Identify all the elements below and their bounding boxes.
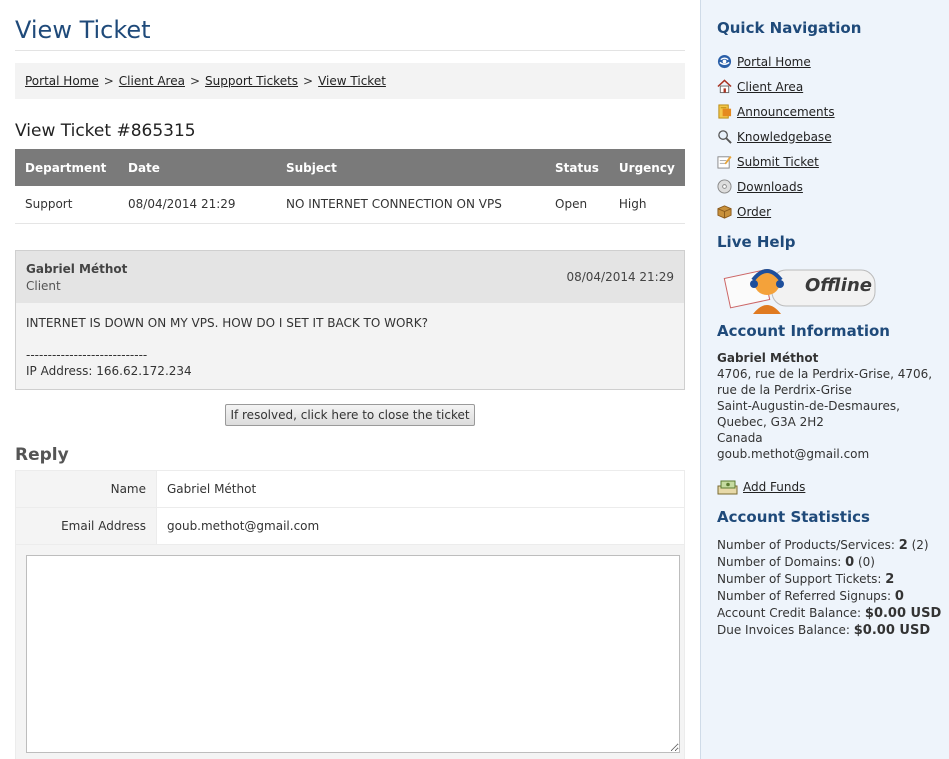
nav-link-order[interactable]: Order (737, 205, 771, 219)
reply-message-textarea[interactable] (26, 554, 680, 753)
email-value: goub.methot@gmail.com (156, 506, 685, 545)
ticket-urgency: High (608, 186, 685, 224)
nav-link-knowledgebase[interactable]: Knowledgebase (737, 130, 832, 144)
breadcrumb-portal-home[interactable]: Portal Home (25, 74, 99, 88)
page-title: View Ticket (15, 16, 685, 51)
main-content: View Ticket Portal Home > Client Area > Supp… (15, 0, 685, 759)
reply-name-row: Name Gabriel Méthot (15, 469, 685, 508)
reply-heading: Reply (15, 444, 69, 465)
stat-domains: Number of Domains: 0 (0) (717, 555, 875, 570)
account-information: Gabriel Méthot 4706, rue de la Perdrix-G… (717, 350, 949, 462)
live-help-widget[interactable]: Offline (717, 262, 877, 317)
close-ticket-button[interactable]: If resolved, click here to close the tic… (225, 403, 475, 426)
ticket-status: Open (545, 186, 609, 224)
reply-form-table: Name Gabriel Méthot Email Address goub.m… (15, 469, 685, 545)
ticket-message: Gabriel Méthot Client 08/04/2014 21:29 I… (15, 249, 685, 390)
money-icon (717, 480, 738, 495)
account-statistics: Number of Products/Services: 2 (2) Numbe… (717, 537, 949, 639)
nav-item-announcements[interactable]: Announcements (717, 99, 949, 124)
nav-link-submit-ticket[interactable]: Submit Ticket (737, 155, 819, 169)
message-header: Gabriel Méthot Client 08/04/2014 21:29 (16, 250, 684, 303)
column-header-date: Date (118, 149, 276, 186)
nav-link-client-area[interactable]: Client Area (737, 80, 803, 94)
column-header-status: Status (545, 149, 609, 186)
message-textarea-wrap (15, 544, 685, 759)
globe-icon (717, 54, 732, 69)
quick-navigation-title: Quick Navigation (717, 19, 862, 37)
quick-navigation-list: Portal Home Client Area Announcements Kn… (717, 49, 949, 224)
ticket-subject: NO INTERNET CONNECTION ON VPS (276, 186, 545, 224)
live-help-status: Offline (805, 275, 872, 296)
breadcrumb: Portal Home > Client Area > Support Tickets >… (15, 63, 685, 99)
stat-due-invoices: Due Invoices Balance: $0.00 USD (717, 623, 931, 638)
announcement-icon (718, 104, 732, 119)
message-body: INTERNET IS DOWN ON MY VPS. HOW DO I SET… (16, 303, 684, 389)
name-label: Name (15, 469, 157, 508)
stat-credit-balance: Account Credit Balance: $0.00 USD (717, 606, 942, 621)
account-address2: rue de la Perdrix-Grise (717, 383, 852, 397)
home-icon (717, 79, 732, 94)
breadcrumb-separator: > (189, 74, 201, 88)
ticket-department: Support (15, 186, 118, 224)
ticket-heading: View Ticket #865315 (15, 121, 196, 141)
add-funds-link[interactable]: Add Funds (717, 479, 949, 495)
account-country: Canada (717, 431, 763, 445)
nav-link-portal-home[interactable]: Portal Home (737, 55, 811, 69)
name-value: Gabriel Méthot (156, 469, 685, 508)
nav-item-order[interactable]: Order (717, 199, 949, 224)
magnifier-icon (718, 130, 732, 144)
breadcrumb-client-area[interactable]: Client Area (119, 74, 185, 88)
stat-products: Number of Products/Services: 2 (2) (717, 538, 929, 553)
nav-item-downloads[interactable]: Downloads (717, 174, 949, 199)
message-ip: IP Address: 166.62.172.234 (26, 363, 192, 378)
account-name: Gabriel Méthot (717, 351, 819, 365)
nav-item-portal-home[interactable]: Portal Home (717, 49, 949, 74)
message-text: INTERNET IS DOWN ON MY VPS. HOW DO I SET… (26, 315, 429, 330)
ticket-date: 08/04/2014 21:29 (118, 186, 276, 224)
account-region: Quebec, G3A 2H2 (717, 415, 824, 429)
ticket-info-table: Department Date Subject Status Urgency S… (15, 149, 685, 224)
nav-link-announcements[interactable]: Announcements (737, 105, 835, 119)
column-header-urgency: Urgency (608, 149, 685, 186)
column-header-subject: Subject (276, 149, 545, 186)
breadcrumb-separator: > (303, 74, 314, 88)
breadcrumb-separator: > (103, 74, 114, 88)
message-date: 08/04/2014 21:29 (566, 269, 674, 284)
breadcrumb-support-tickets[interactable]: Support Tickets (205, 74, 298, 88)
ticket-edit-icon (717, 155, 732, 169)
account-statistics-title: Account Statistics (717, 508, 870, 526)
message-signature-line: ---------------------------- (26, 347, 148, 362)
column-header-department: Department (15, 149, 118, 186)
disc-icon (717, 179, 732, 194)
sidebar: Quick Navigation Portal Home Client Area… (700, 0, 949, 759)
account-city: Saint-Augustin-de-Desmaures, (717, 399, 900, 413)
nav-item-knowledgebase[interactable]: Knowledgebase (717, 124, 949, 149)
nav-item-submit-ticket[interactable]: Submit Ticket (717, 149, 949, 174)
live-help-title: Live Help (717, 233, 796, 251)
account-email: goub.methot@gmail.com (717, 447, 870, 461)
table-row: Support 08/04/2014 21:29 NO INTERNET CON… (15, 186, 685, 224)
email-label: Email Address (15, 506, 157, 545)
account-address1: 4706, rue de la Perdrix-Grise, 4706, (717, 367, 933, 381)
box-icon (717, 205, 732, 219)
account-information-title: Account Information (717, 322, 890, 340)
breadcrumb-view-ticket[interactable]: View Ticket (318, 74, 386, 88)
stat-referred-signups: Number of Referred Signups: 0 (717, 589, 904, 604)
table-header-row: Department Date Subject Status Urgency (15, 149, 685, 186)
stat-support-tickets: Number of Support Tickets: 2 (717, 572, 895, 587)
add-funds-label[interactable]: Add Funds (743, 480, 805, 494)
reply-email-row: Email Address goub.methot@gmail.com (15, 506, 685, 545)
nav-item-client-area[interactable]: Client Area (717, 74, 949, 99)
nav-link-downloads[interactable]: Downloads (737, 180, 803, 194)
